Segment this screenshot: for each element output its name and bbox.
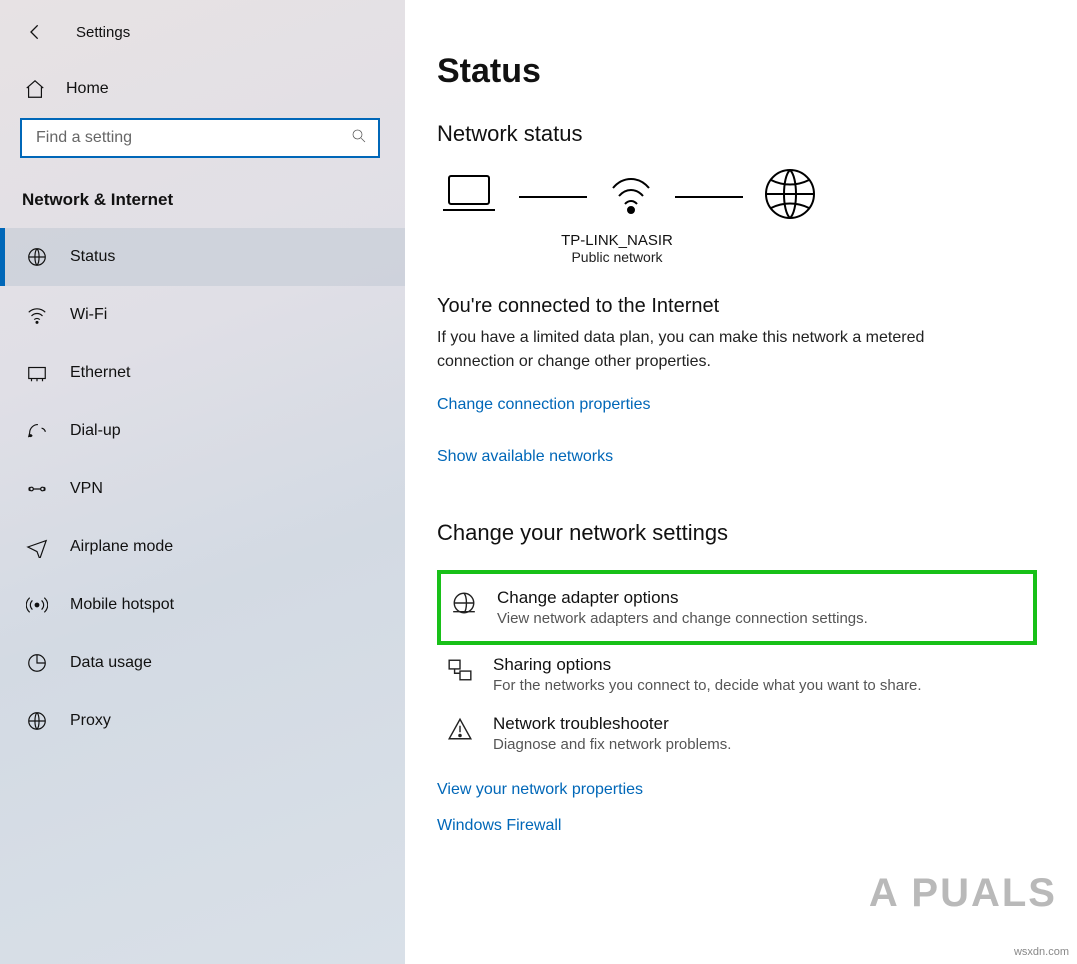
sidebar-item-label: Dial-up	[70, 422, 121, 440]
sidebar-item-wifi[interactable]: Wi-Fi	[0, 286, 405, 344]
adapter-icon	[449, 588, 479, 616]
sidebar-item-ethernet[interactable]: Ethernet	[0, 344, 405, 402]
sidebar-item-label: Mobile hotspot	[70, 596, 174, 614]
data-usage-icon	[26, 652, 48, 674]
link-change-connection-properties[interactable]: Change connection properties	[437, 396, 1037, 414]
wifi-icon	[26, 304, 48, 326]
search-input[interactable]	[36, 129, 350, 147]
option-title: Network troubleshooter	[493, 714, 731, 734]
network-status-heading: Network status	[437, 121, 1037, 147]
option-sharing[interactable]: Sharing options For the networks you con…	[437, 645, 1037, 704]
dialup-icon	[26, 420, 48, 442]
sidebar: Settings Home Network & Internet Status	[0, 0, 405, 964]
link-show-available-networks[interactable]: Show available networks	[437, 448, 1037, 466]
sidebar-item-label: Ethernet	[70, 364, 130, 382]
link-windows-firewall[interactable]: Windows Firewall	[437, 817, 1037, 835]
sidebar-item-vpn[interactable]: VPN	[0, 460, 405, 518]
search-icon	[350, 127, 368, 150]
watermark: A PUALS	[869, 871, 1057, 916]
sidebar-item-datausage[interactable]: Data usage	[0, 634, 405, 692]
sidebar-item-label: VPN	[70, 480, 103, 498]
sharing-icon	[445, 655, 475, 683]
link-view-network-properties[interactable]: View your network properties	[437, 781, 1037, 799]
sidebar-nav: Status Wi-Fi Ethernet Dial-up VPN Airpla…	[0, 228, 405, 750]
option-troubleshooter[interactable]: Network troubleshooter Diagnose and fix …	[437, 704, 1037, 763]
sidebar-item-status[interactable]: Status	[0, 228, 405, 286]
option-desc: For the networks you connect to, decide …	[493, 677, 922, 694]
vpn-icon	[26, 478, 48, 500]
sidebar-section-title: Network & Internet	[0, 174, 405, 220]
network-type-label: Public network	[437, 249, 797, 265]
network-topology	[439, 167, 1037, 226]
wifi-router-icon	[607, 172, 655, 221]
ethernet-icon	[26, 362, 48, 384]
watermark-text: A PUALS	[869, 871, 1057, 916]
option-change-adapter[interactable]: Change adapter options View network adap…	[437, 570, 1037, 645]
sidebar-item-hotspot[interactable]: Mobile hotspot	[0, 576, 405, 634]
sidebar-item-label: Data usage	[70, 654, 152, 672]
globe-icon	[26, 246, 48, 268]
source-label: wsxdn.com	[1014, 946, 1069, 958]
sidebar-home-label: Home	[66, 80, 109, 98]
airplane-icon	[26, 536, 48, 558]
hotspot-icon	[26, 594, 48, 616]
back-button[interactable]	[24, 20, 48, 44]
topology-labels: TP-LINK_NASIR Public network	[437, 232, 797, 265]
proxy-icon	[26, 710, 48, 732]
sidebar-item-airplane[interactable]: Airplane mode	[0, 518, 405, 576]
connected-heading: You're connected to the Internet	[437, 295, 1037, 318]
connector-line	[675, 196, 743, 198]
sidebar-home[interactable]: Home	[0, 64, 405, 114]
laptop-icon	[439, 172, 499, 221]
ssid-label: TP-LINK_NASIR	[437, 232, 797, 249]
option-desc: View network adapters and change connect…	[497, 610, 868, 627]
connected-body: If you have a limited data plan, you can…	[437, 326, 997, 374]
home-icon	[24, 78, 46, 100]
sidebar-item-dialup[interactable]: Dial-up	[0, 402, 405, 460]
sidebar-item-label: Status	[70, 248, 115, 266]
connector-line	[519, 196, 587, 198]
globe-internet-icon	[763, 167, 817, 226]
option-title: Change adapter options	[497, 588, 868, 608]
option-title: Sharing options	[493, 655, 922, 675]
sidebar-item-label: Airplane mode	[70, 538, 173, 556]
search-box[interactable]	[20, 118, 380, 158]
sidebar-item-label: Proxy	[70, 712, 111, 730]
page-title: Status	[437, 52, 1037, 91]
main-content: Status Network status TP-LINK_NASIR Publ…	[405, 0, 1077, 964]
sidebar-item-label: Wi-Fi	[70, 306, 107, 324]
sidebar-item-proxy[interactable]: Proxy	[0, 692, 405, 750]
warning-icon	[445, 714, 475, 742]
change-settings-heading: Change your network settings	[437, 520, 1037, 546]
option-desc: Diagnose and fix network problems.	[493, 736, 731, 753]
app-title: Settings	[76, 24, 130, 41]
